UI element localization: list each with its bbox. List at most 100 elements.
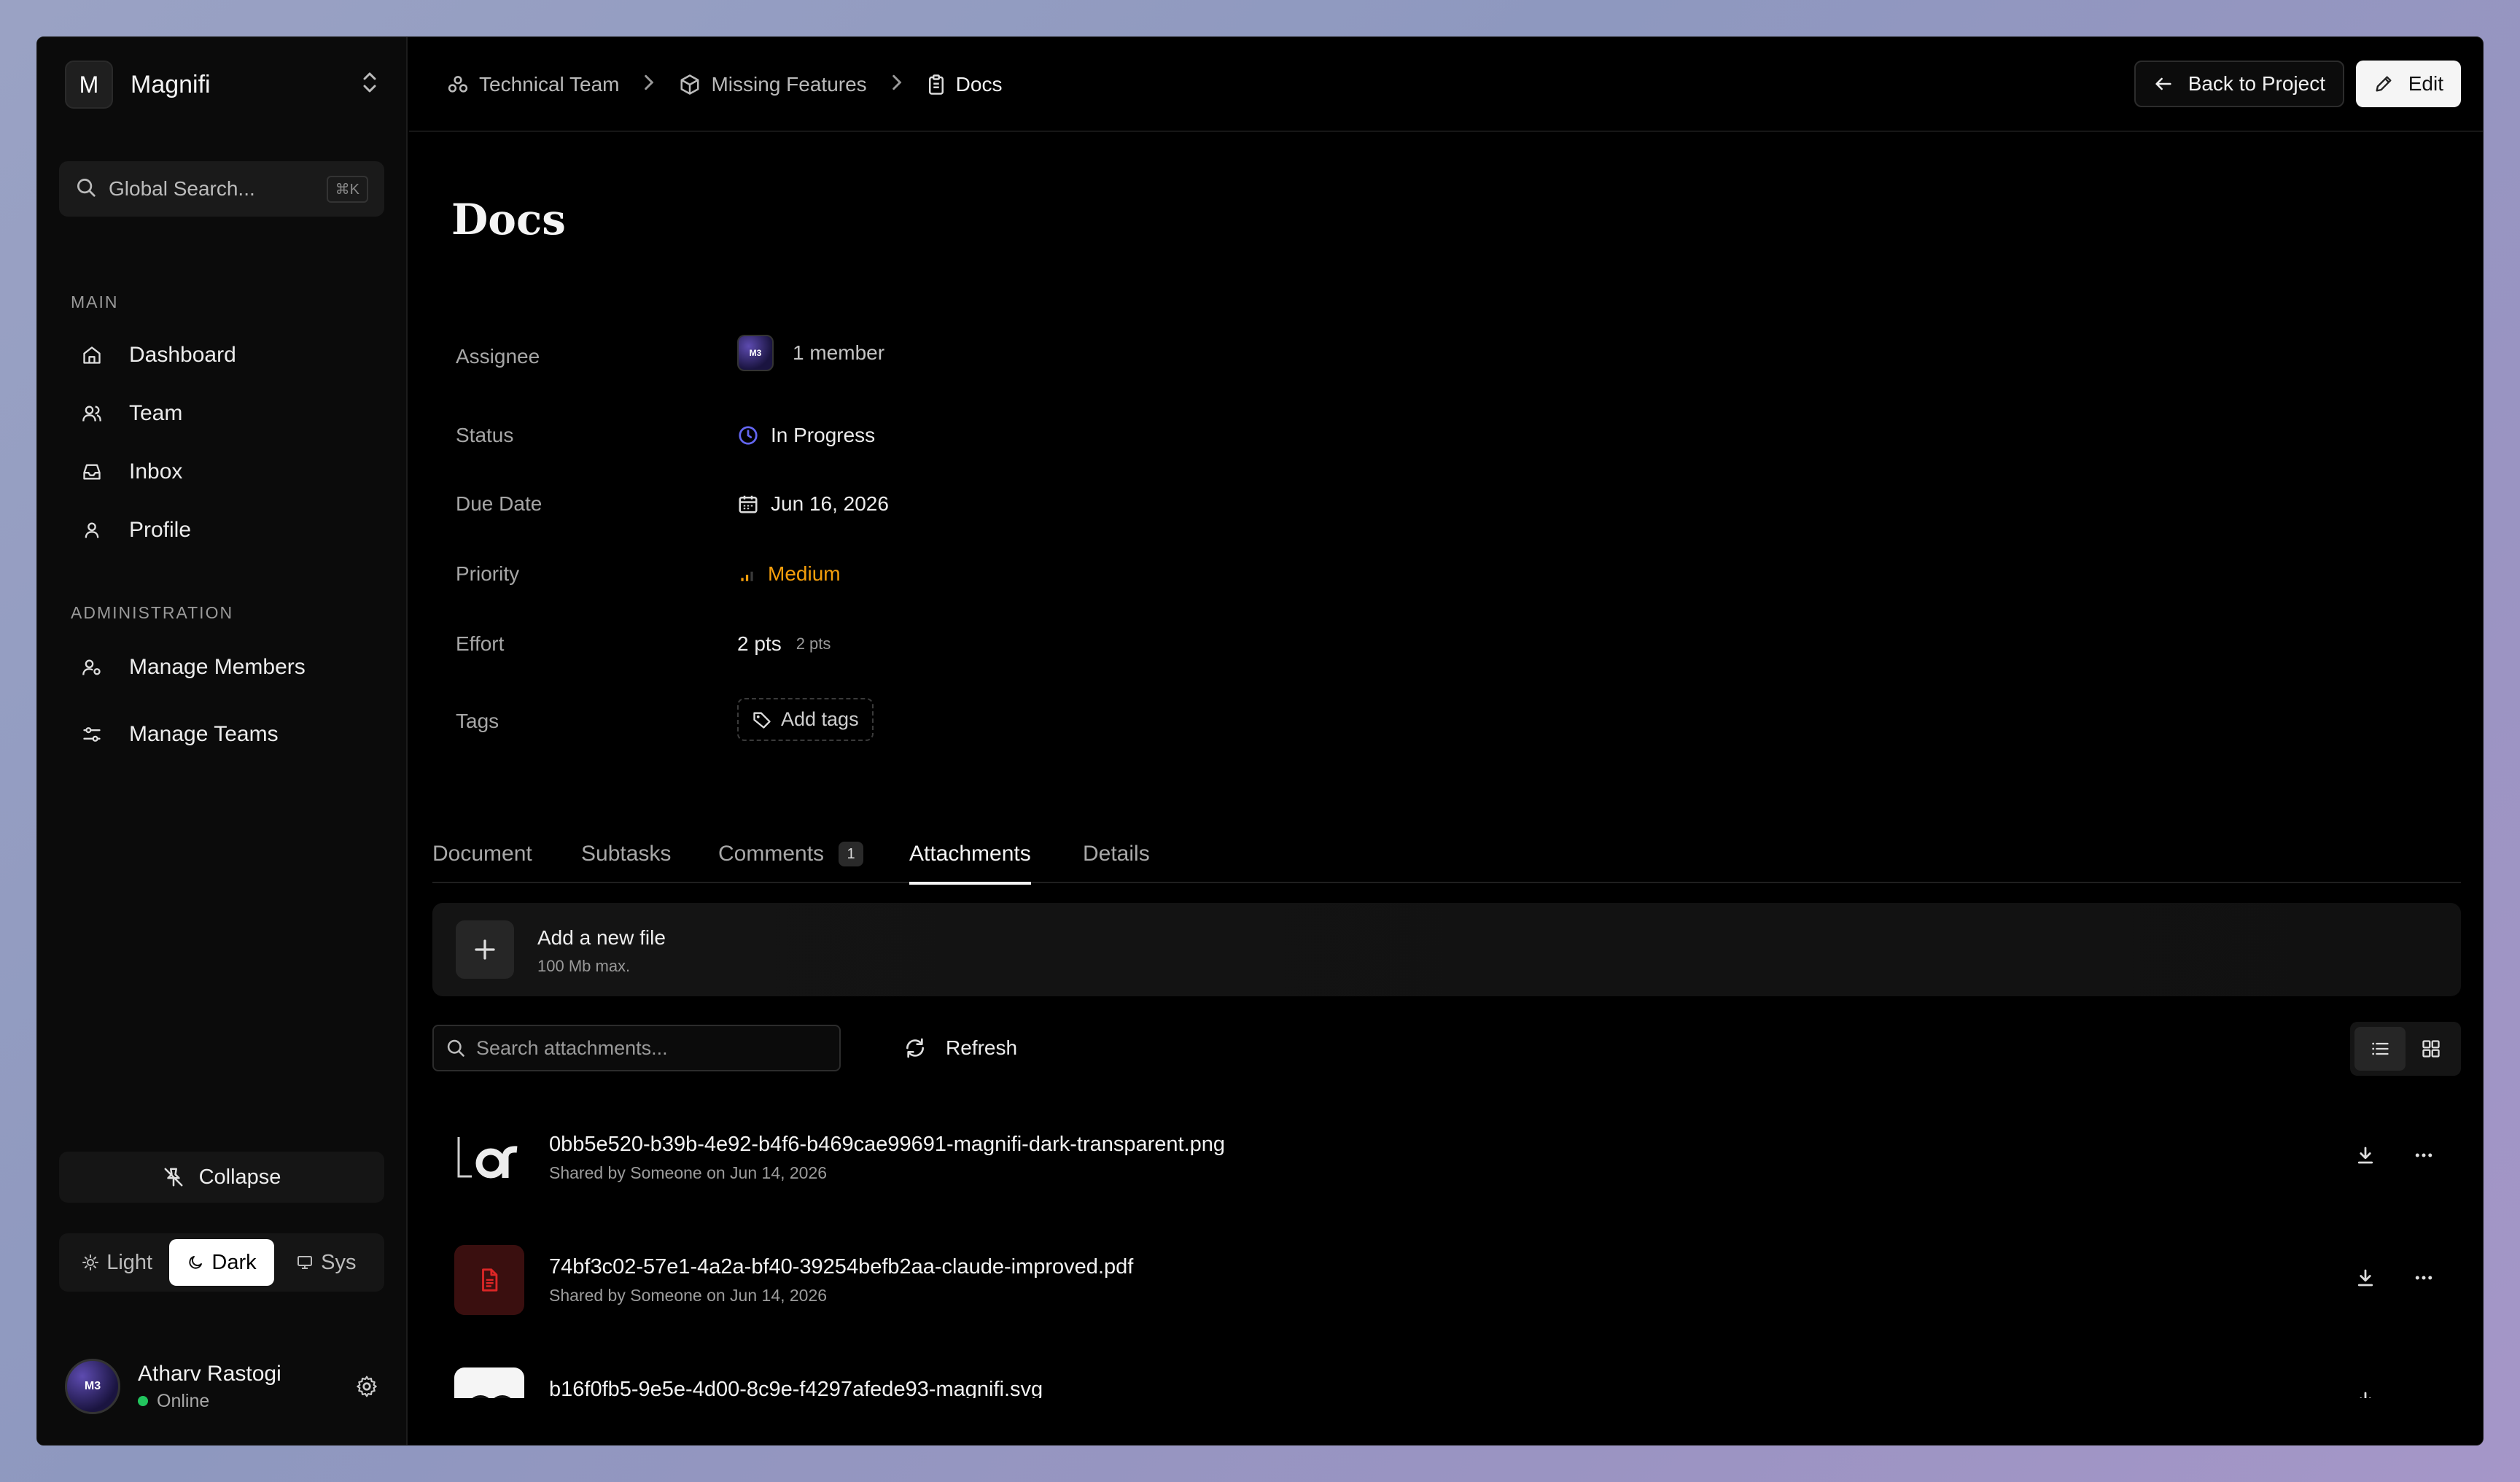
tag-icon bbox=[752, 710, 772, 730]
due-date-field[interactable]: Jun 16, 2026 bbox=[737, 492, 889, 516]
pin-off-icon bbox=[163, 1166, 184, 1188]
inbox-icon bbox=[81, 461, 103, 483]
add-file-limit: 100 Mb max. bbox=[537, 957, 631, 975]
pencil-icon bbox=[2373, 74, 2394, 94]
topbar: Technical Team Missing Features Docs Bac… bbox=[409, 37, 2483, 132]
breadcrumb-label: Missing Features bbox=[711, 73, 867, 96]
search-icon bbox=[75, 176, 97, 202]
breadcrumb-item-technical-team[interactable]: Technical Team bbox=[447, 73, 619, 96]
tab-document[interactable]: Document bbox=[432, 838, 532, 870]
priority-field[interactable]: Medium bbox=[737, 562, 841, 586]
sidebar-item-dashboard[interactable]: Dashboard bbox=[81, 333, 236, 377]
collapse-label: Collapse bbox=[198, 1165, 281, 1189]
global-search[interactable]: Global Search... ⌘K bbox=[59, 161, 384, 217]
sidebar-item-team[interactable]: Team bbox=[81, 392, 182, 435]
app-window: M Magnifi Global Search... ⌘K MAIN Dashb… bbox=[36, 36, 2484, 1446]
more-options-icon[interactable] bbox=[2411, 1144, 2436, 1166]
tab-comments[interactable]: Comments 1 bbox=[718, 838, 864, 870]
tab-label: Document bbox=[432, 842, 532, 866]
sidebar-item-label: Team bbox=[129, 401, 183, 425]
gear-icon[interactable] bbox=[355, 1375, 378, 1398]
collapse-button[interactable]: Collapse bbox=[59, 1152, 384, 1203]
theme-sys-option[interactable]: Sys bbox=[274, 1239, 378, 1286]
comments-count-badge: 1 bbox=[839, 842, 864, 866]
list-view-button[interactable] bbox=[2354, 1027, 2406, 1071]
tab-bar: Document Subtasks Comments 1 Attachments… bbox=[432, 825, 2461, 885]
user-profile[interactable]: M3 Atharv Rastogi Online bbox=[65, 1357, 378, 1416]
view-toggle bbox=[2350, 1022, 2461, 1076]
tab-label: Details bbox=[1083, 842, 1150, 866]
pdf-file-icon bbox=[454, 1245, 524, 1315]
monitor-icon bbox=[296, 1254, 314, 1271]
refresh-button[interactable]: Refresh bbox=[903, 1029, 1017, 1067]
breadcrumb-label: Technical Team bbox=[479, 73, 620, 96]
global-search-placeholder: Global Search... bbox=[109, 177, 255, 200]
sidebar-item-label: Inbox bbox=[129, 459, 183, 484]
file-name[interactable]: 0bb5e520-b39b-4e92-b4f6-b469cae99691-mag… bbox=[549, 1133, 1225, 1157]
file-name[interactable]: 74bf3c02-57e1-4a2a-bf40-39254befb2aa-cla… bbox=[549, 1255, 1133, 1279]
grid-icon bbox=[2421, 1039, 2441, 1059]
tab-attachments[interactable]: Attachments bbox=[909, 838, 1031, 885]
user-status: Online bbox=[157, 1390, 210, 1411]
download-icon[interactable] bbox=[2354, 1144, 2376, 1166]
org-avatar: M bbox=[65, 61, 113, 109]
breadcrumb-label: Docs bbox=[955, 73, 1003, 96]
org-switcher[interactable]: M Magnifi bbox=[65, 59, 378, 110]
back-to-project-label: Back to Project bbox=[2188, 72, 2325, 95]
tags-field: Add tags bbox=[737, 698, 874, 741]
add-tags-label: Add tags bbox=[781, 708, 859, 730]
effort-value: 2 pts bbox=[737, 632, 782, 655]
avatar: M3 bbox=[65, 1359, 120, 1414]
sun-icon bbox=[82, 1254, 99, 1271]
scroll-clip-mask bbox=[409, 1398, 2483, 1445]
logo-dark-thumbnail bbox=[454, 1122, 524, 1192]
users-icon bbox=[81, 403, 103, 424]
theme-switcher: Light Dark Sys bbox=[59, 1233, 384, 1292]
add-file-dropzone[interactable]: Add a new file 100 Mb max. bbox=[432, 903, 2461, 996]
breadcrumb-item-missing-features[interactable]: Missing Features bbox=[679, 73, 867, 96]
list-icon bbox=[2370, 1039, 2390, 1059]
theme-dark-label: Dark bbox=[211, 1250, 257, 1274]
box-icon bbox=[679, 74, 701, 96]
theme-light-option[interactable]: Light bbox=[65, 1239, 169, 1286]
sidebar-item-label: Profile bbox=[129, 518, 192, 542]
breadcrumb-item-docs: Docs bbox=[927, 73, 1003, 96]
status-field[interactable]: In Progress bbox=[737, 424, 875, 447]
team-icon bbox=[447, 74, 469, 96]
user-icon bbox=[81, 519, 103, 541]
sidebar-item-inbox[interactable]: Inbox bbox=[81, 450, 182, 494]
more-options-icon[interactable] bbox=[2411, 1267, 2436, 1289]
sidebar-item-manage-members[interactable]: Manage Members bbox=[81, 645, 306, 689]
list-item[interactable]: 74bf3c02-57e1-4a2a-bf40-39254befb2aa-cla… bbox=[432, 1238, 2461, 1318]
assignee-label: Assignee bbox=[456, 345, 540, 368]
back-to-project-button[interactable]: Back to Project bbox=[2134, 61, 2344, 107]
theme-dark-option[interactable]: Dark bbox=[169, 1239, 274, 1286]
effort-field[interactable]: 2 pts 2 pts bbox=[737, 632, 831, 656]
tab-label: Comments bbox=[718, 842, 825, 866]
search-icon bbox=[446, 1038, 466, 1058]
chevron-right-icon bbox=[642, 73, 656, 97]
download-icon[interactable] bbox=[2354, 1267, 2376, 1289]
main-content: Technical Team Missing Features Docs Bac… bbox=[409, 37, 2483, 1445]
add-file-title: Add a new file bbox=[537, 926, 666, 949]
due-date-label: Due Date bbox=[456, 492, 542, 515]
sidebar-item-manage-teams[interactable]: Manage Teams bbox=[81, 713, 279, 756]
file-meta: Shared by Someone on Jun 14, 2026 bbox=[549, 1286, 828, 1305]
calendar-icon bbox=[737, 493, 759, 515]
page-title: Docs bbox=[451, 195, 566, 244]
tab-details[interactable]: Details bbox=[1083, 838, 1150, 870]
sidebar-item-profile[interactable]: Profile bbox=[81, 508, 191, 552]
list-item[interactable]: 0bb5e520-b39b-4e92-b4f6-b469cae99691-mag… bbox=[432, 1115, 2461, 1195]
attachments-search-input[interactable] bbox=[476, 1036, 826, 1060]
edit-button[interactable]: Edit bbox=[2355, 61, 2461, 107]
refresh-label: Refresh bbox=[946, 1036, 1018, 1059]
chevron-right-icon bbox=[890, 73, 903, 97]
grid-view-button[interactable] bbox=[2406, 1027, 2457, 1071]
tab-subtasks[interactable]: Subtasks bbox=[581, 838, 671, 870]
tab-label: Subtasks bbox=[581, 842, 672, 866]
add-tags-button[interactable]: Add tags bbox=[737, 698, 874, 741]
assignee-value: 1 member bbox=[793, 341, 885, 364]
assignee-field[interactable]: M3 1 member bbox=[737, 335, 884, 371]
arrow-left-icon bbox=[2153, 74, 2174, 94]
user-cog-icon bbox=[81, 656, 103, 678]
